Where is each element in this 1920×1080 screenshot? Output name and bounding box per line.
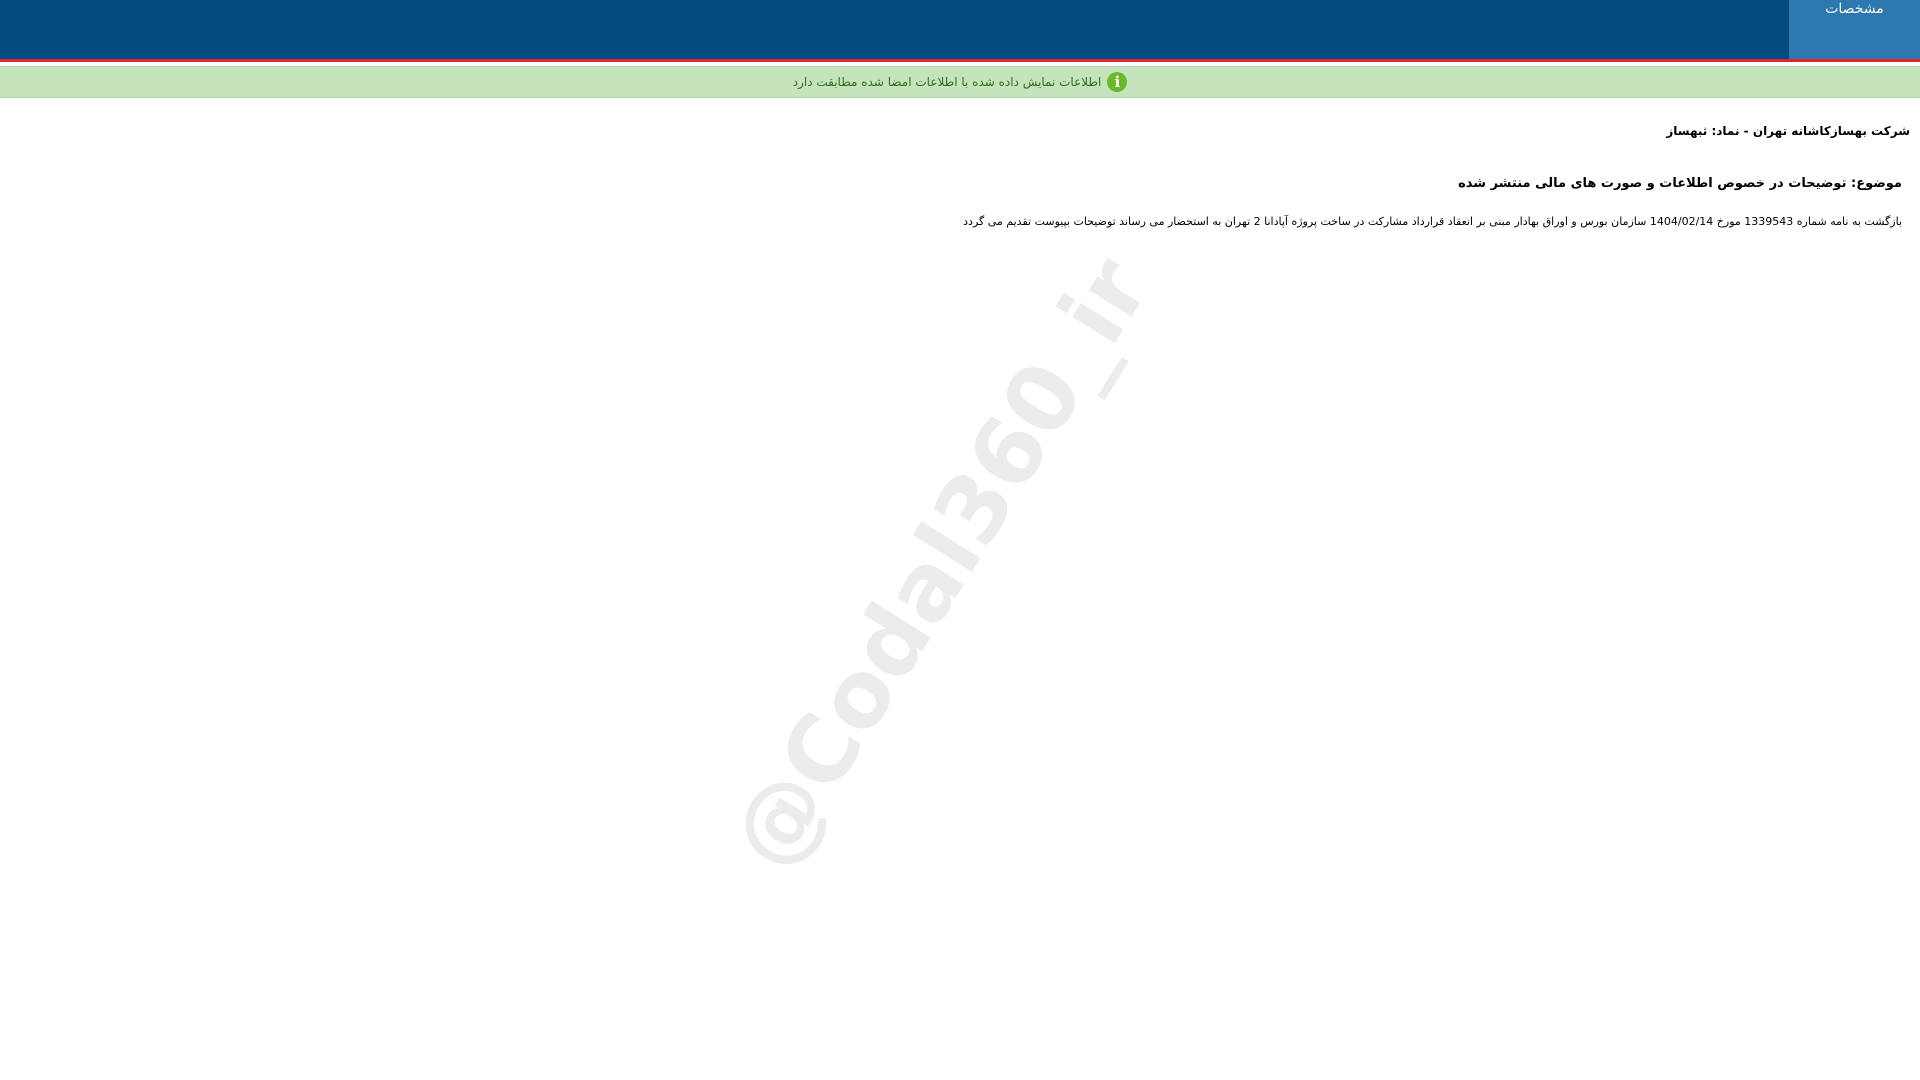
tab-specifications[interactable]: مشخصات [1789,0,1920,59]
subject-heading: موضوع: توضیحات در خصوص اطلاعات و صورت ها… [1458,176,1902,191]
info-icon: i [1107,72,1128,92]
tab-specifications-label: مشخصات [1825,1,1884,17]
top-navigation-bar: مشخصات [0,0,1920,62]
announcement-body-text: بازگشت به نامه شماره 1339543 مورخ 1404/0… [963,215,1902,228]
watermark: @Codal360_ir [709,239,1171,888]
verification-notice-text: اطلاعات نمایش داده شده با اطلاعات امضا ش… [792,75,1102,89]
company-title: شرکت بهسازکاشانه تهران - نماد: ثبهساز [1666,124,1910,138]
verification-notice-bar: i اطلاعات نمایش داده شده با اطلاعات امضا… [0,66,1920,98]
page: مشخصات i اطلاعات نمایش داده شده با اطلاع… [0,0,1920,1080]
